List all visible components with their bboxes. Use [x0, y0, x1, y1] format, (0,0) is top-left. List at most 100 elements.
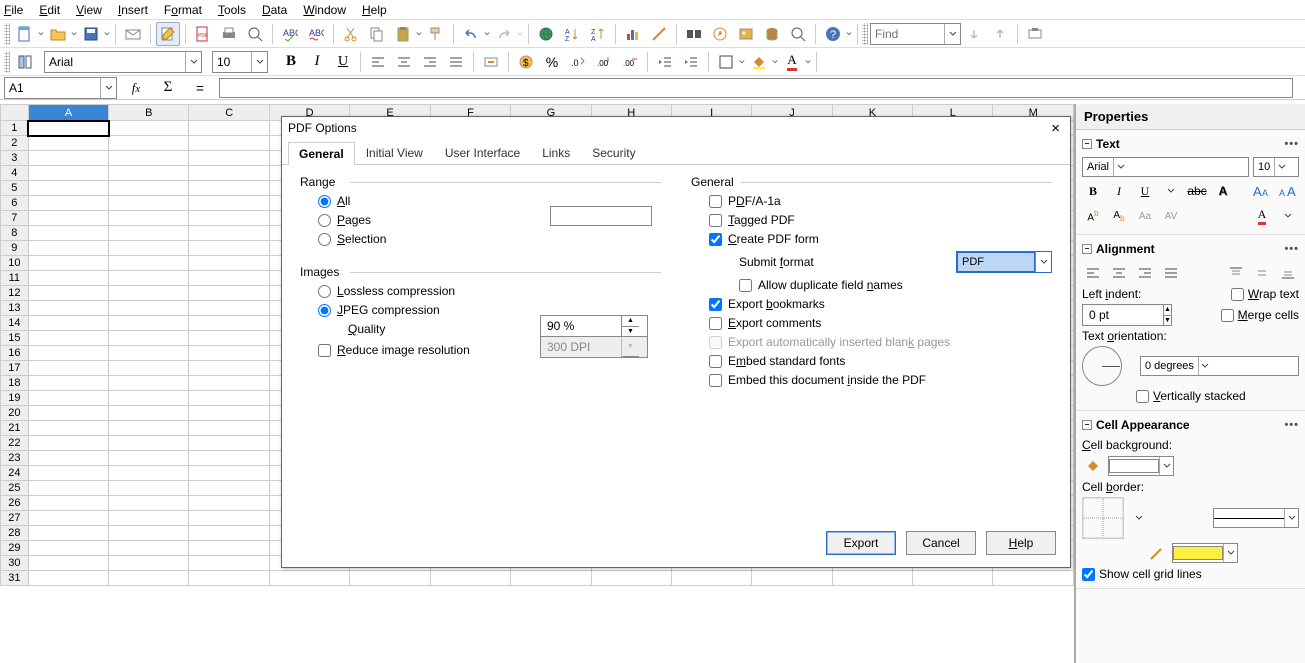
quality-spin[interactable]: ▲▼ — [540, 315, 648, 337]
cell[interactable] — [28, 376, 108, 391]
cell[interactable] — [109, 121, 189, 136]
zoom-icon[interactable] — [786, 22, 810, 46]
toolbar-grip[interactable] — [4, 23, 10, 45]
lossless-radio[interactable]: Lossless compression — [318, 284, 661, 298]
row-header[interactable]: 26 — [1, 496, 29, 511]
cell[interactable] — [109, 286, 189, 301]
help-button[interactable]: Help — [986, 531, 1056, 555]
redo-dropdown[interactable] — [516, 22, 524, 46]
valign-bot-icon[interactable] — [1277, 262, 1299, 284]
row-header[interactable]: 18 — [1, 376, 29, 391]
cell[interactable] — [109, 196, 189, 211]
row-header[interactable]: 8 — [1, 226, 29, 241]
cell[interactable] — [671, 571, 751, 586]
cell[interactable] — [28, 436, 108, 451]
hyperlink-icon[interactable] — [534, 22, 558, 46]
cell[interactable] — [430, 571, 510, 586]
allow-dup-check[interactable]: Allow duplicate field names — [739, 278, 1052, 292]
fill-icon[interactable] — [1082, 455, 1104, 477]
valign-mid-icon[interactable] — [1251, 262, 1273, 284]
cell[interactable] — [189, 481, 269, 496]
name-box-input[interactable] — [5, 79, 100, 97]
cell[interactable] — [591, 571, 671, 586]
tab-general[interactable]: General — [288, 142, 355, 165]
menu-help[interactable]: Help — [354, 1, 395, 19]
new-doc-dropdown[interactable] — [37, 22, 45, 46]
cancel-button[interactable]: Cancel — [906, 531, 976, 555]
save-icon[interactable] — [79, 22, 103, 46]
submit-format-select[interactable]: PDF — [956, 251, 1052, 273]
font-name-dropdown[interactable] — [185, 52, 201, 72]
font-size-dropdown[interactable] — [251, 52, 267, 72]
italic-icon[interactable]: I — [305, 50, 329, 74]
cell[interactable] — [189, 166, 269, 181]
cell[interactable] — [28, 301, 108, 316]
pages-input[interactable] — [550, 206, 652, 226]
cell[interactable] — [189, 271, 269, 286]
row-header[interactable]: 6 — [1, 196, 29, 211]
embed-fonts-check[interactable]: Embed standard fonts — [709, 354, 1052, 368]
cell[interactable] — [189, 136, 269, 151]
cell[interactable] — [109, 526, 189, 541]
add-decimal-icon[interactable]: .00 — [592, 50, 616, 74]
super-icon[interactable]: Ab — [1082, 205, 1104, 227]
wrap-text-check[interactable]: Wrap text — [1231, 287, 1299, 301]
find-prev-icon[interactable] — [988, 22, 1012, 46]
row-header[interactable]: 12 — [1, 286, 29, 301]
align-center-icon[interactable] — [392, 50, 416, 74]
cell[interactable] — [189, 541, 269, 556]
undo-dropdown[interactable] — [483, 22, 491, 46]
find-next-icon[interactable] — [962, 22, 986, 46]
row-header[interactable]: 16 — [1, 346, 29, 361]
row-header[interactable]: 21 — [1, 421, 29, 436]
cell[interactable] — [189, 346, 269, 361]
panel-cellapp-collapse[interactable]: − — [1082, 420, 1092, 430]
font-name-input[interactable] — [45, 53, 185, 71]
cell[interactable] — [993, 571, 1074, 586]
cell[interactable] — [109, 136, 189, 151]
toolbar-grip-2[interactable] — [862, 23, 868, 45]
cell[interactable] — [189, 466, 269, 481]
cell[interactable] — [350, 571, 430, 586]
fontcolor-side-dd[interactable] — [1277, 205, 1299, 227]
cell[interactable] — [109, 301, 189, 316]
cell[interactable] — [109, 421, 189, 436]
cell[interactable] — [109, 376, 189, 391]
chart-icon[interactable] — [621, 22, 645, 46]
save-dropdown[interactable] — [103, 22, 111, 46]
cell[interactable] — [189, 226, 269, 241]
cell[interactable] — [28, 316, 108, 331]
cell[interactable] — [109, 556, 189, 571]
bgcolor-dropdown[interactable] — [771, 50, 779, 74]
name-box-dropdown[interactable] — [100, 78, 116, 98]
fontcolor-side-icon[interactable]: A — [1251, 205, 1273, 227]
menu-tools[interactable]: Tools — [210, 1, 254, 19]
halign-right-icon[interactable] — [1134, 262, 1156, 284]
cell[interactable] — [189, 556, 269, 571]
row-header[interactable]: 25 — [1, 481, 29, 496]
row-header[interactable]: 13 — [1, 301, 29, 316]
panel-text-more[interactable]: ••• — [1284, 138, 1299, 150]
font-name-combo[interactable] — [44, 51, 202, 73]
cell[interactable] — [752, 571, 832, 586]
cell[interactable] — [28, 541, 108, 556]
line-color-icon[interactable] — [1146, 542, 1168, 564]
cell[interactable] — [109, 391, 189, 406]
cell[interactable] — [109, 271, 189, 286]
font-size-input[interactable] — [213, 53, 251, 71]
redo-icon[interactable] — [492, 22, 516, 46]
range-selection-radio[interactable]: Selection — [318, 232, 661, 246]
name-box[interactable] — [4, 77, 117, 99]
cell[interactable] — [109, 241, 189, 256]
cell[interactable] — [109, 331, 189, 346]
print-icon[interactable] — [217, 22, 241, 46]
cell[interactable] — [109, 166, 189, 181]
cell[interactable] — [189, 256, 269, 271]
col-header[interactable]: C — [189, 105, 269, 121]
row-header[interactable]: 20 — [1, 406, 29, 421]
line-style-combo[interactable] — [1213, 508, 1299, 528]
tab-user-interface[interactable]: User Interface — [434, 141, 531, 164]
percent-icon[interactable]: % — [540, 50, 564, 74]
border-preset-dd[interactable] — [1128, 507, 1150, 529]
cell[interactable] — [28, 391, 108, 406]
